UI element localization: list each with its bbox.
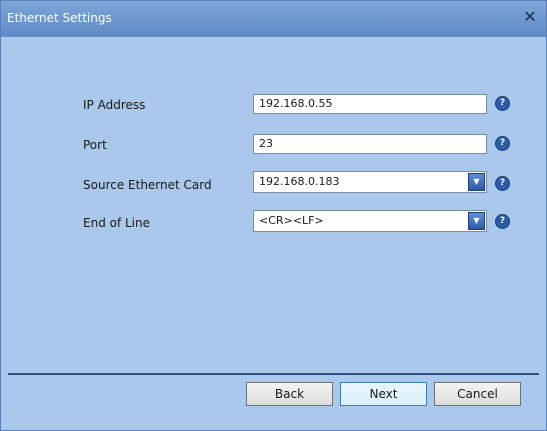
end-of-line-help-icon[interactable]: ? — [495, 214, 510, 229]
source-ethernet-card-select[interactable]: 192.168.0.183 ▼ — [253, 171, 487, 193]
ip-address-help-icon[interactable]: ? — [495, 96, 510, 111]
chevron-down-icon[interactable]: ▼ — [468, 173, 485, 191]
ethernet-settings-dialog: Ethernet Settings ✕ IP Address 192.168.0… — [0, 0, 547, 431]
port-help-icon[interactable]: ? — [495, 136, 510, 151]
next-button[interactable]: Next — [340, 382, 427, 406]
footer-divider — [8, 373, 539, 375]
port-label: Port — [83, 138, 107, 152]
port-input[interactable]: 23 — [253, 134, 487, 154]
ip-address-input[interactable]: 192.168.0.55 — [253, 94, 487, 114]
title-bar: Ethernet Settings ✕ — [1, 1, 546, 37]
ip-address-label: IP Address — [83, 98, 146, 112]
source-ethernet-card-help-icon[interactable]: ? — [495, 176, 510, 191]
window-title: Ethernet Settings — [7, 11, 112, 25]
dialog-content: IP Address 192.168.0.55 ? Port 23 ? Sour… — [8, 37, 539, 423]
source-ethernet-card-value: 192.168.0.183 — [259, 175, 340, 188]
end-of-line-select[interactable]: <CR><LF> ▼ — [253, 210, 487, 232]
back-button[interactable]: Back — [246, 382, 333, 406]
end-of-line-label: End of Line — [83, 216, 151, 230]
end-of-line-value: <CR><LF> — [259, 214, 324, 227]
window-bottom-edge — [1, 423, 546, 430]
source-ethernet-card-label: Source Ethernet Card — [83, 178, 212, 192]
close-icon[interactable]: ✕ — [520, 7, 540, 27]
cancel-button[interactable]: Cancel — [434, 382, 521, 406]
chevron-down-icon[interactable]: ▼ — [468, 212, 485, 230]
